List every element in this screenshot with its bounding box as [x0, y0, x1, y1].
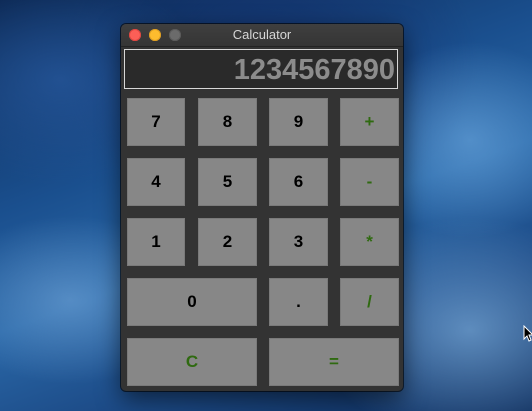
key-1-button[interactable]: 1 [127, 218, 185, 266]
key-5-button[interactable]: 5 [198, 158, 257, 206]
subtract-button[interactable]: - [340, 158, 399, 206]
mouse-pointer-icon [523, 325, 532, 342]
clear-button[interactable]: C [127, 338, 257, 386]
window-title: Calculator [232, 27, 292, 42]
key-4-button[interactable]: 4 [127, 158, 185, 206]
divide-button[interactable]: / [340, 278, 399, 326]
add-button[interactable]: + [340, 98, 399, 146]
calculator-display: 1234567890 [124, 49, 398, 89]
key-8-button[interactable]: 8 [198, 98, 257, 146]
key-6-button[interactable]: 6 [269, 158, 328, 206]
key-7-button[interactable]: 7 [127, 98, 185, 146]
key-0-button[interactable]: 0 [127, 278, 257, 326]
key-9-button[interactable]: 9 [269, 98, 328, 146]
calculator-window: Calculator 1234567890 7 8 9 + 4 5 6 - 1 … [121, 24, 403, 391]
key-2-button[interactable]: 2 [198, 218, 257, 266]
decimal-point-button[interactable]: . [269, 278, 328, 326]
equals-button[interactable]: = [269, 338, 399, 386]
display-value: 1234567890 [233, 54, 395, 86]
title-bar[interactable]: Calculator [121, 24, 403, 47]
multiply-button[interactable]: * [340, 218, 399, 266]
desktop-background: Calculator 1234567890 7 8 9 + 4 5 6 - 1 … [0, 0, 532, 411]
key-3-button[interactable]: 3 [269, 218, 328, 266]
